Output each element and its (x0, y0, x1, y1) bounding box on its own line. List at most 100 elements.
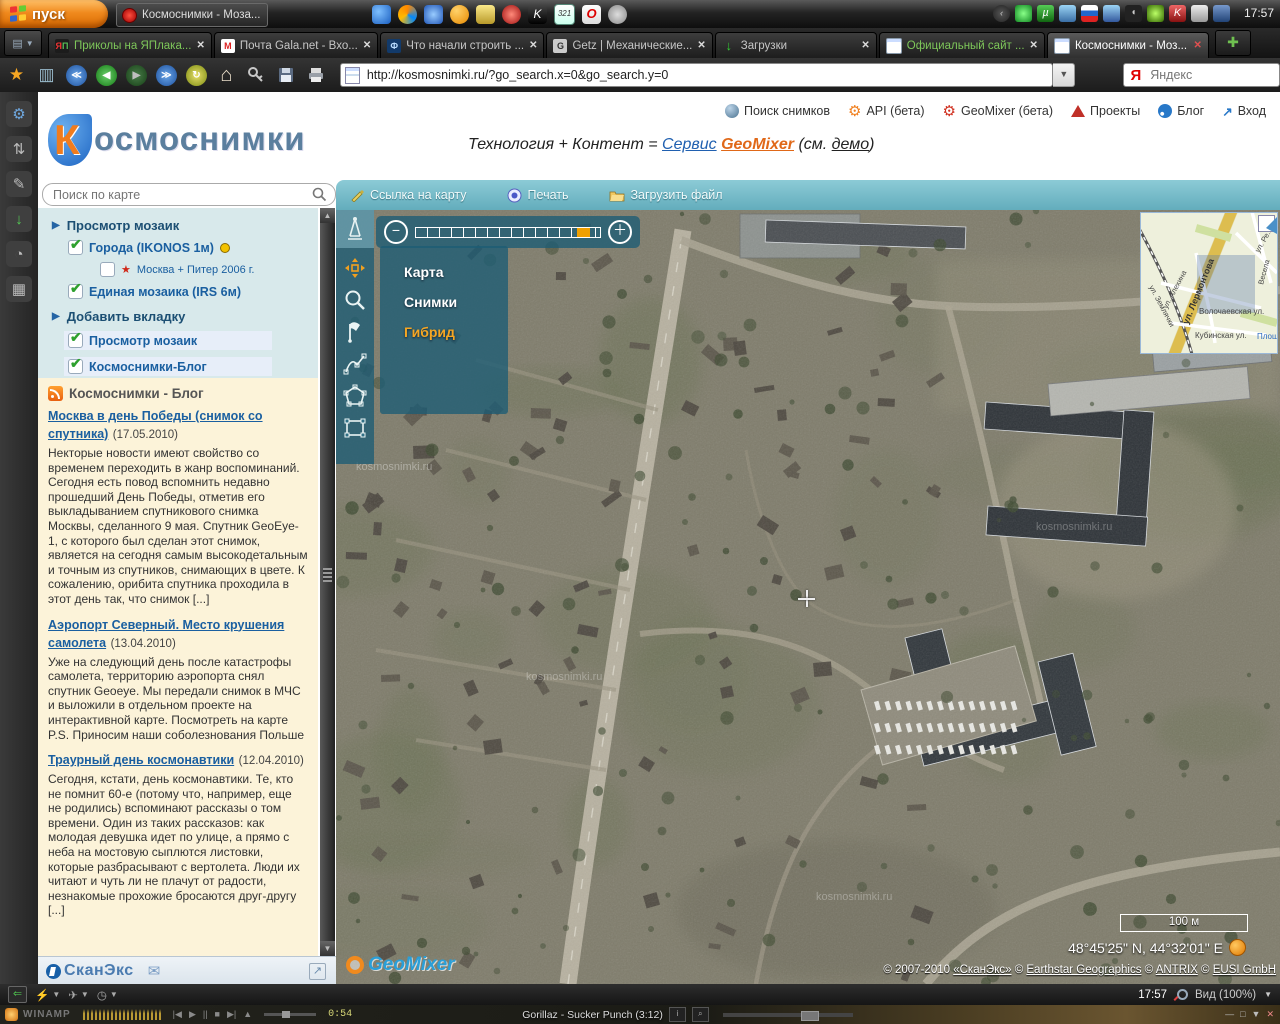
ru-lang-flag-icon[interactable] (1081, 5, 1098, 22)
next-button[interactable]: ▶| (227, 1009, 236, 1020)
overview-minimap[interactable]: ул. Лермонтова ул. Алехина ул. Землячки … (1140, 212, 1278, 354)
restore-button[interactable]: □ (1240, 1009, 1245, 1020)
search-button[interactable]: ⌕ (692, 1007, 709, 1022)
checkbox-checked[interactable] (68, 359, 83, 374)
browser-tab-active[interactable]: Космоснимки - Моз... ✕ (1047, 32, 1209, 58)
download-master-icon[interactable] (502, 5, 521, 24)
prev-button[interactable]: |◀ (173, 1009, 182, 1020)
ie-icon[interactable] (372, 5, 391, 24)
zoom-out-button[interactable]: − (384, 220, 408, 244)
scrollbar-grip[interactable] (323, 568, 332, 582)
bookmarks-star-icon[interactable]: ★ (3, 62, 30, 88)
pause-button[interactable]: || (203, 1009, 208, 1020)
collapse-chevron-icon[interactable]: ‹ (993, 5, 1010, 22)
passwords-keys-icon[interactable] (243, 62, 270, 88)
yandex-search-input[interactable] (1148, 67, 1252, 83)
scanex-logo[interactable]: СканЭкс (46, 962, 134, 980)
checkbox-checked[interactable] (68, 240, 83, 255)
eusi-link[interactable]: EUSI GmbH (1213, 964, 1276, 976)
url-bar[interactable] (340, 63, 1053, 87)
nav-forward-button[interactable]: ▶ (123, 62, 150, 88)
utorrent-icon[interactable]: µ (1037, 5, 1054, 22)
network-icon[interactable] (1059, 5, 1076, 22)
geomixer-link[interactable]: GeoMixer (721, 136, 794, 153)
taskbar-window-button[interactable]: Космоснимки - Моза... (116, 3, 268, 27)
scroll-down-icon[interactable]: ▼ (320, 941, 335, 956)
zoom-level-knob[interactable] (577, 228, 590, 237)
opera-icon[interactable]: O (582, 5, 601, 24)
nav-api[interactable]: ⚙API (бета) (848, 102, 925, 120)
eject-button[interactable]: ▲ (243, 1009, 252, 1020)
net-status-icon[interactable]: ✈▼ (68, 988, 89, 1002)
calendar-icon[interactable]: 321 (554, 4, 575, 25)
volume-icon[interactable]: ◖ (1125, 5, 1142, 22)
pan-icon[interactable] (343, 256, 367, 280)
geomixer-logo[interactable]: GeoMixer (346, 954, 455, 976)
zoom-in-button[interactable]: ＋ (608, 220, 632, 244)
tree-item-cities[interactable]: Города (IKONOS 1м) (68, 240, 318, 255)
print-button[interactable] (303, 62, 330, 88)
tab-close-icon[interactable]: ✕ (529, 40, 537, 51)
sidebar-scrollbar[interactable]: ▲ ▼ (320, 208, 335, 956)
nav-last-button[interactable]: ≫ (153, 62, 180, 88)
rectangle-icon[interactable] (343, 416, 367, 440)
browser-tab[interactable]: ЯП Приколы на ЯПлака... ✕ (48, 32, 212, 58)
play-button[interactable]: ▶ (189, 1009, 196, 1020)
url-dropdown-button[interactable]: ▼ (1053, 63, 1075, 87)
browser-tab[interactable]: Официальный сайт ... ✕ (879, 32, 1045, 58)
volume-slider[interactable] (264, 1013, 316, 1016)
tab-close-icon[interactable]: ✕ (363, 40, 371, 51)
proxy-icon[interactable]: ⚡▼ (35, 988, 60, 1002)
home-button[interactable]: ⌂ (213, 62, 240, 88)
scanex-copyright-link[interactable]: «СканЭкс» (953, 964, 1011, 976)
new-tab-button[interactable]: ✚ (1215, 30, 1251, 56)
seek-knob[interactable] (801, 1011, 819, 1021)
nav-projects[interactable]: Проекты (1071, 104, 1140, 118)
nav-search-images[interactable]: Поиск снимков (725, 104, 830, 118)
tab-close-icon[interactable]: ✕ (1030, 40, 1038, 51)
external-link-icon[interactable]: ↗ (309, 963, 326, 980)
url-input[interactable] (365, 67, 1048, 83)
browser-tab[interactable]: ↓ Загрузки ✕ (715, 32, 877, 58)
pencil-icon[interactable]: ✎ (6, 171, 32, 197)
panel-icon[interactable]: ▦ (6, 276, 32, 302)
satellite-map[interactable]: kosmosnimki.ru kosmosnimki.ru kosmosnimk… (336, 210, 1280, 984)
layer-satellite[interactable]: Снимки (404, 294, 508, 310)
display-icon[interactable] (1213, 5, 1230, 22)
gear-icon[interactable]: ⚙ (6, 101, 32, 127)
map-search-box[interactable] (42, 183, 336, 206)
kmplayer-icon[interactable]: K (528, 5, 547, 24)
zoom-track[interactable] (415, 227, 601, 238)
browser-tab[interactable]: Ф Что начали строить ... ✕ (380, 32, 544, 58)
tab-close-icon[interactable]: ✕ (697, 40, 705, 51)
seek-slider[interactable] (723, 1013, 853, 1017)
start-button[interactable]: пуск (0, 0, 108, 28)
volume-knob[interactable] (282, 1011, 290, 1018)
clock-icon[interactable]: ◔ (6, 241, 32, 267)
nav-back-button[interactable]: ◀ (93, 62, 120, 88)
printer-icon[interactable] (1191, 5, 1208, 22)
map-upload-button[interactable]: Загрузить файл (609, 188, 723, 202)
tree-item-irs-mosaic[interactable]: Единая мозаика (IRS 6м) (68, 284, 318, 299)
scroll-up-icon[interactable]: ▲ (320, 208, 335, 223)
kaspersky-icon[interactable]: K (1169, 5, 1186, 22)
marker-flag-icon[interactable] (343, 320, 367, 344)
qip-icon[interactable] (450, 5, 469, 24)
close-button[interactable]: ✕ (1266, 1009, 1274, 1020)
service-link[interactable]: Сервис (662, 136, 717, 153)
stop-button[interactable]: ■ (215, 1009, 220, 1020)
nav-blog[interactable]: Блог (1158, 104, 1204, 118)
search-icon[interactable] (312, 187, 327, 202)
checkbox-unchecked[interactable] (100, 262, 115, 277)
tree-section-mosaics[interactable]: ▶Просмотр мозаик (52, 218, 318, 233)
compass-tool[interactable] (336, 210, 374, 248)
site-logo[interactable]: К осмоснимки (48, 114, 306, 166)
map-print-button[interactable]: Печать (507, 188, 569, 203)
map-search-input[interactable] (51, 187, 312, 203)
minimize-button[interactable]: — (1225, 1009, 1234, 1020)
tree-item-blog[interactable]: Космоснимки-Блог (64, 357, 272, 376)
winamp-icon[interactable] (5, 1008, 18, 1021)
sidebar-panel-icon[interactable]: ▥ (33, 62, 60, 88)
save-button[interactable] (273, 62, 300, 88)
mail-envelope-icon[interactable]: ✉ (148, 962, 161, 980)
